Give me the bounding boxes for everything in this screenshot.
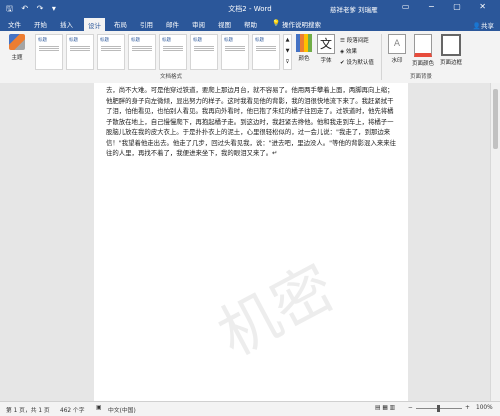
set-as-default-button[interactable]: ✔ 设为默认值 (340, 58, 374, 66)
themes-button[interactable]: 主题 (6, 34, 28, 70)
themes-icon (9, 34, 25, 50)
effects-button[interactable]: ◈ 效果 (340, 47, 357, 55)
style-thumb[interactable]: 标题 (97, 34, 125, 70)
paragraph-spacing-button[interactable]: ☰ 段落间距 (340, 36, 369, 44)
tab-home[interactable]: 开始 (34, 19, 47, 29)
tab-file[interactable]: 文件 (8, 19, 21, 29)
person-icon: 👤 (472, 22, 481, 30)
style-thumb[interactable]: 标题 (252, 34, 280, 70)
style-set-gallery: 标题 标题 标题 标题 标题 标题 标题 标题 (35, 34, 285, 70)
fonts-button[interactable]: 文 字体 (315, 34, 337, 64)
style-thumb[interactable]: 标题 (66, 34, 94, 70)
proofing-icon[interactable]: ▣ (96, 405, 101, 411)
fonts-icon: 文 (317, 34, 335, 54)
ribbon-divider (381, 34, 382, 80)
colors-button[interactable]: 颜色 (293, 34, 315, 62)
tab-review[interactable]: 审阅 (192, 19, 205, 29)
page-color-icon (414, 34, 432, 57)
zoom-out-button[interactable]: − (408, 405, 413, 411)
style-thumb[interactable]: 标题 (221, 34, 249, 70)
page-color-button[interactable]: 页面颜色 (410, 34, 436, 67)
style-thumb[interactable]: 标题 (35, 34, 63, 70)
page-borders-icon (441, 34, 461, 56)
lightbulb-icon: 💡 (272, 19, 281, 27)
body-paragraph[interactable]: 去，尚不大难。可是他穿过铁道，要爬上那边月台，就不容易了。他用两手攀着上面，两脚… (106, 85, 398, 159)
share-button[interactable]: 👤共享 (473, 20, 494, 30)
spacing-icon: ☰ (340, 38, 347, 44)
tab-view[interactable]: 视图 (218, 19, 231, 29)
style-thumb[interactable]: 标题 (159, 34, 187, 70)
status-bar: 第 1 页，共 1 页 462 个字 ▣ 中文(中国) ▤ ▦ ▥ − + 10… (0, 401, 500, 416)
word-count[interactable]: 462 个字 (60, 405, 85, 414)
ribbon: 主题 标题 标题 标题 标题 标题 标题 标题 标题 ▲ ▼ ⊽ 文档格式 颜色 文… (0, 31, 500, 84)
tab-help[interactable]: 帮助 (244, 19, 257, 29)
scrollbar-thumb[interactable] (493, 89, 498, 149)
language-status[interactable]: 中文(中国) (108, 405, 136, 414)
tab-references[interactable]: 引用 (140, 19, 153, 29)
zoom-level[interactable]: 100% (476, 405, 493, 411)
tab-mailings[interactable]: 邮件 (166, 19, 179, 29)
style-thumb[interactable]: 标题 (128, 34, 156, 70)
colors-icon (296, 34, 312, 52)
view-mode-buttons[interactable]: ▤ ▦ ▥ (375, 405, 395, 411)
tab-insert[interactable]: 插入 (60, 19, 73, 29)
page-borders-button[interactable]: 页面边框 (438, 34, 464, 66)
document-page[interactable]: 去，尚不大难。可是他穿过铁道，要爬上那边月台，就不容易了。他用两手攀着上面，两脚… (94, 83, 408, 401)
page-count[interactable]: 第 1 页，共 1 页 (6, 405, 50, 414)
title-bar: 🖫 ↶ ↷ ▾ 文档2 - Word 慈祥老爹 刘瑞雁 ▭ − ▢ ✕ (0, 0, 500, 16)
tab-layout[interactable]: 布局 (114, 19, 127, 29)
gallery-scroll-button[interactable]: ▲ ▼ ⊽ (283, 34, 292, 70)
tell-me-search[interactable]: 操作说明搜索 (282, 19, 321, 29)
watermark-icon: A (388, 34, 406, 54)
document-area: 去，尚不大难。可是他穿过铁道，要爬上那边月台，就不容易了。他用两手攀着上面，两脚… (0, 83, 500, 401)
watermark-button[interactable]: A 水印 (386, 34, 408, 64)
group-document-formatting-label: 文档格式 (160, 74, 183, 80)
group-page-background-label: 页面背景 (410, 74, 433, 80)
ribbon-tabs: 文件 开始 插入 设计 布局 引用 邮件 审阅 视图 帮助 💡 操作说明搜索 👤… (0, 16, 500, 33)
watermark-text: 机密 (207, 252, 346, 371)
user-name[interactable]: 慈祥老爹 刘瑞雁 (330, 4, 378, 14)
window-controls[interactable]: ▭ − ▢ ✕ (402, 2, 494, 11)
zoom-slider-knob[interactable] (437, 405, 440, 412)
zoom-in-button[interactable]: + (465, 405, 470, 411)
vertical-scrollbar[interactable] (490, 83, 500, 401)
style-thumb[interactable]: 标题 (190, 34, 218, 70)
